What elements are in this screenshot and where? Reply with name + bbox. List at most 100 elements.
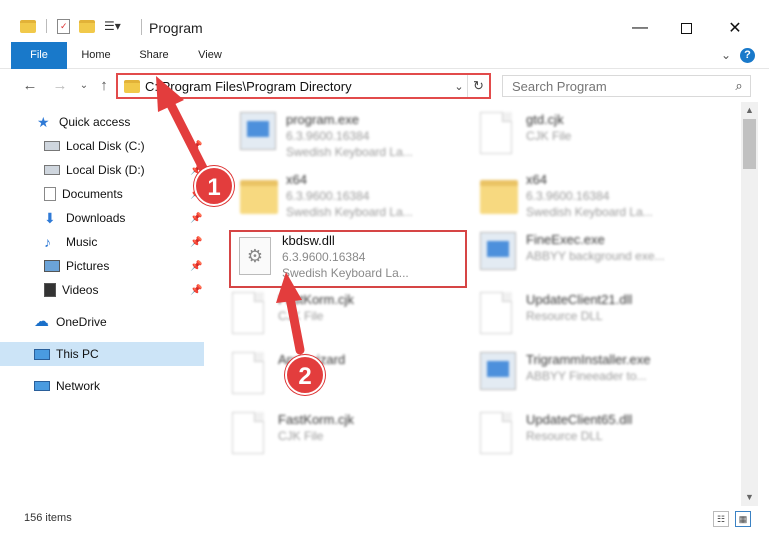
music-icon: ♪ [44,234,51,250]
pin-icon[interactable]: 📌 [190,141,202,152]
file-name: x64 [286,172,307,187]
address-bar[interactable]: C:\Program Files\Program Directory ⌄ ↻ [116,73,491,99]
tab-file[interactable]: File [11,42,67,69]
item-count: 156 items [24,512,72,524]
scroll-up-icon[interactable]: ▲ [741,102,758,119]
file-name: UpdateClient65.dll [526,412,633,427]
details-view-icon[interactable]: ☷ [713,511,729,527]
file-tile[interactable]: TrigrammInstaller.exe ABBYY Fineeader to… [480,352,720,412]
sidebar-item-onedrive[interactable]: ☁ OneDrive [0,310,204,334]
back-icon[interactable]: ← [20,76,40,96]
sidebar-item-label: Music [66,235,98,249]
sidebar-item-network[interactable]: Network [0,374,204,398]
file-icon [480,112,512,154]
file-icon [232,412,264,454]
search-icon[interactable]: ⌕ [728,78,750,94]
sidebar-item-label: Pictures [66,259,110,273]
file-name: gtd.cjk [526,112,564,127]
file-icon [232,352,264,394]
folder-icon[interactable] [20,19,36,33]
customize-toolbar-icon[interactable]: ☰▾ [104,19,121,33]
sidebar-item-pictures[interactable]: Pictures 📌 [0,254,204,278]
file-name: UpdateClient21.dll [526,292,633,307]
properties-icon[interactable]: ✓ [57,18,70,34]
file-name: program.exe [286,112,359,127]
close-button[interactable]: ✕ [712,14,758,42]
file-description: ABBYY background exe... [526,249,665,263]
file-description: Swedish Keyboard La... [286,145,413,159]
ribbon: File Home Share View ⌄ ? [0,42,769,69]
file-tile[interactable]: UpdateClient21.dll Resource DLL [480,292,720,352]
file-tile[interactable]: FastKorm.cjk CJK File [232,292,472,352]
collapse-ribbon-icon[interactable]: ⌄ [721,48,731,62]
program-icon [480,232,516,270]
file-type: CJK File [278,309,324,323]
scroll-thumb[interactable] [743,119,756,169]
file-tile[interactable]: program.exe 6.3.9600.16384 Swedish Keybo… [240,112,480,172]
pin-icon[interactable]: 📌 [190,237,202,248]
tab-share[interactable]: Share [132,42,176,69]
sidebar-item-this-pc[interactable]: This PC [0,342,204,366]
sidebar-item-local-disk-c[interactable]: Local Disk (C:) 📌 [0,134,204,158]
file-name: TrigrammInstaller.exe [526,352,651,367]
status-bar: 156 items ☷ ▦ [0,506,769,539]
step-marker-2: 2 [285,355,325,395]
drive-icon [44,165,60,175]
vertical-scrollbar[interactable]: ▲ ▼ [741,102,758,506]
highlight-box [229,230,467,288]
new-folder-icon[interactable] [79,19,95,33]
file-type: CJK File [278,429,324,443]
up-icon[interactable]: ↑ [94,76,114,96]
file-version: 6.3.9600.16384 [286,129,370,143]
close-icon: ✕ [728,20,742,37]
file-tile[interactable]: x64 6.3.9600.16384 Swedish Keyboard La..… [240,172,480,232]
sidebar-item-videos[interactable]: Videos 📌 [0,278,204,302]
address-dropdown-icon[interactable]: ⌄ [451,80,467,93]
scroll-down-icon[interactable]: ▼ [741,489,758,506]
sidebar-item-label: Videos [62,283,99,297]
folder-icon [240,180,278,214]
sidebar-item-quick-access[interactable]: ★ Quick access [0,110,204,134]
pictures-icon [44,260,60,272]
tab-view[interactable]: View [188,42,232,69]
videos-icon [44,283,56,297]
program-icon [480,352,516,390]
file-type: Resource DLL [526,429,603,443]
search-input[interactable] [503,78,728,94]
minimize-button[interactable]: — [617,14,663,42]
help-icon[interactable]: ? [740,48,755,63]
pin-icon[interactable]: 📌 [190,261,202,272]
file-tile[interactable]: FastKorm.cjk CJK File [232,412,472,472]
sidebar-item-documents[interactable]: Documents 📌 [0,182,204,206]
dll-icon [480,412,512,454]
file-tile[interactable]: Apptiwizard [232,352,472,412]
sidebar-item-local-disk-d[interactable]: Local Disk (D:) 📌 [0,158,204,182]
forward-icon[interactable]: → [50,76,70,96]
search-box[interactable]: ⌕ [502,75,751,97]
minimize-icon: — [632,19,648,36]
refresh-icon[interactable]: ↻ [467,75,489,97]
sidebar-item-label: Local Disk (D:) [66,163,145,177]
step-marker-1: 1 [194,166,234,206]
pin-icon[interactable]: 📌 [190,213,202,224]
tiles-view-icon[interactable]: ▦ [735,511,751,527]
pin-icon[interactable]: 📌 [190,285,202,296]
cloud-icon: ☁ [34,313,49,330]
sidebar-item-downloads[interactable]: ⬇ Downloads 📌 [0,206,204,230]
file-tile[interactable]: x64 6.3.9600.16384 Swedish Keyboard La..… [480,172,720,232]
file-tile[interactable]: gtd.cjk CJK File [480,112,720,172]
file-list: program.exe 6.3.9600.16384 Swedish Keybo… [210,102,741,506]
sidebar-item-music[interactable]: ♪ Music 📌 [0,230,204,254]
file-description: Swedish Keyboard La... [526,205,653,219]
quick-access-toolbar: ✓ ☰▾ [20,15,121,37]
file-type: Resource DLL [526,309,603,323]
title-divider [141,19,142,35]
recent-locations-icon[interactable]: ⌄ [74,76,94,96]
file-tile[interactable]: FineExec.exe ABBYY background exe... [480,232,720,292]
tab-home[interactable]: Home [74,42,118,69]
sidebar-item-label: Downloads [66,211,126,225]
address-path[interactable]: C:\Program Files\Program Directory [145,79,451,94]
sidebar-item-label: This PC [56,347,99,361]
file-tile[interactable]: UpdateClient65.dll Resource DLL [480,412,720,472]
maximize-button[interactable] [663,14,709,42]
